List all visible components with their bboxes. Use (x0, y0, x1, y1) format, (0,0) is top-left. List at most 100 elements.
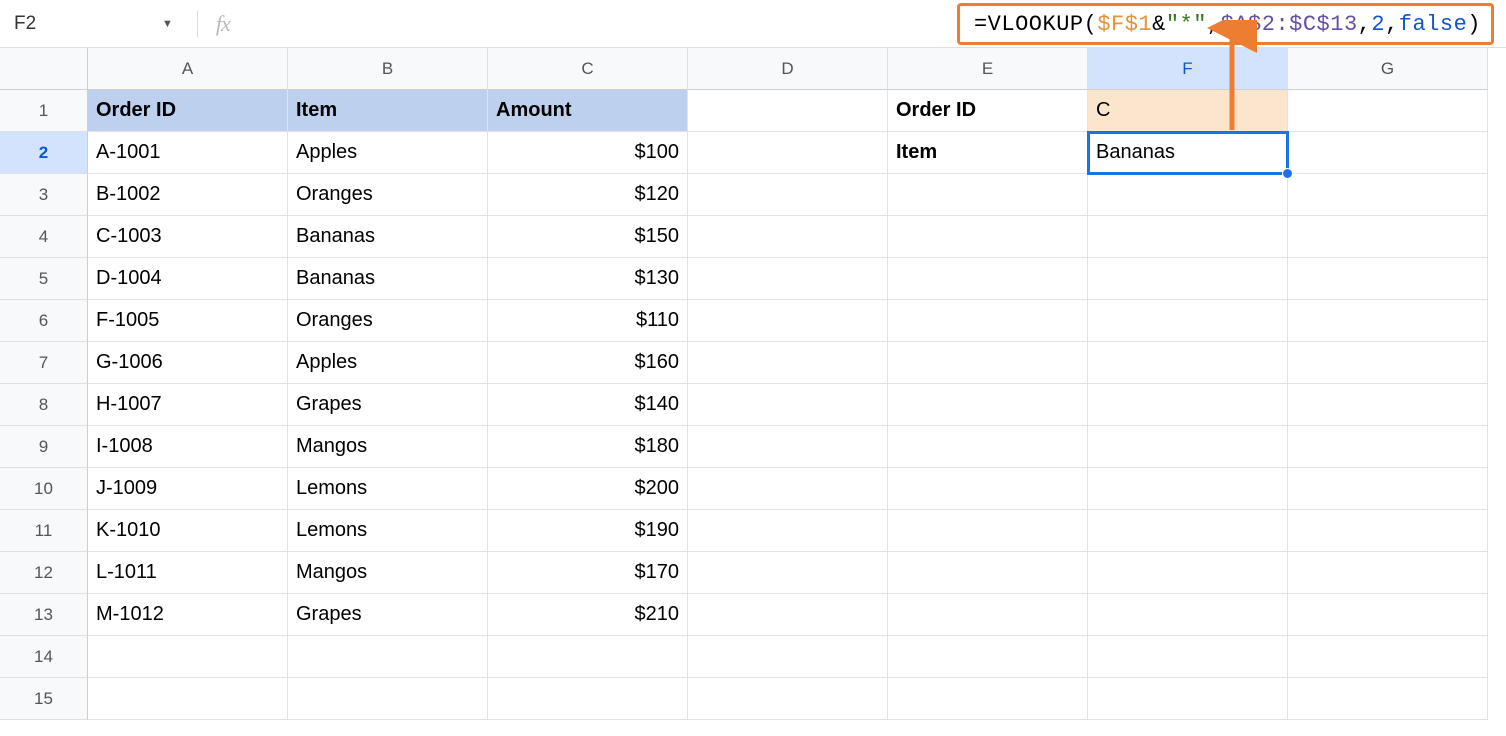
cell[interactable] (1088, 174, 1288, 216)
cell[interactable] (688, 342, 888, 384)
cell[interactable] (888, 678, 1088, 720)
cell[interactable] (688, 426, 888, 468)
cell[interactable] (288, 678, 488, 720)
row-header-13[interactable]: 13 (0, 594, 88, 636)
cell-item[interactable]: Oranges (288, 300, 488, 342)
row-header-15[interactable]: 15 (0, 678, 88, 720)
cell-order-id[interactable]: C-1003 (88, 216, 288, 258)
cell[interactable] (688, 678, 888, 720)
column-header-E[interactable]: E (888, 48, 1088, 90)
cell[interactable] (288, 636, 488, 678)
cell[interactable] (888, 636, 1088, 678)
cell[interactable] (688, 216, 888, 258)
cell[interactable] (1088, 384, 1288, 426)
name-box-dropdown-icon[interactable]: ▼ (162, 18, 173, 30)
cell[interactable] (888, 510, 1088, 552)
cell[interactable] (688, 174, 888, 216)
column-header-B[interactable]: B (288, 48, 488, 90)
cell-item[interactable]: Apples (288, 132, 488, 174)
cell-item[interactable]: Lemons (288, 510, 488, 552)
row-header-3[interactable]: 3 (0, 174, 88, 216)
cell[interactable] (1088, 636, 1288, 678)
cell-order-id[interactable]: M-1012 (88, 594, 288, 636)
cell[interactable] (1288, 468, 1488, 510)
row-header-11[interactable]: 11 (0, 510, 88, 552)
cell[interactable] (688, 132, 888, 174)
cell-item[interactable]: Bananas (288, 216, 488, 258)
cell[interactable] (688, 510, 888, 552)
cell[interactable] (888, 426, 1088, 468)
cell-item[interactable]: Lemons (288, 468, 488, 510)
row-header-6[interactable]: 6 (0, 300, 88, 342)
cell[interactable] (1288, 594, 1488, 636)
cell-order-id[interactable]: D-1004 (88, 258, 288, 300)
cell-order-id[interactable]: B-1002 (88, 174, 288, 216)
cell[interactable] (688, 468, 888, 510)
cell[interactable] (488, 636, 688, 678)
cell-item[interactable]: Mangos (288, 426, 488, 468)
cell-item[interactable]: Grapes (288, 594, 488, 636)
cell-amount[interactable]: $110 (488, 300, 688, 342)
cell-item[interactable]: Grapes (288, 384, 488, 426)
row-header-12[interactable]: 12 (0, 552, 88, 594)
row-header-1[interactable]: 1 (0, 90, 88, 132)
cell[interactable] (688, 636, 888, 678)
cell-amount[interactable]: $190 (488, 510, 688, 552)
cell[interactable] (688, 594, 888, 636)
row-header-9[interactable]: 9 (0, 426, 88, 468)
cell[interactable] (688, 552, 888, 594)
cell-amount[interactable]: $130 (488, 258, 688, 300)
lookup-label-order-id[interactable]: Order ID (888, 90, 1088, 132)
cell-amount[interactable]: $120 (488, 174, 688, 216)
cell[interactable] (1288, 174, 1488, 216)
cell-amount[interactable]: $200 (488, 468, 688, 510)
cell[interactable] (88, 636, 288, 678)
cell[interactable] (688, 90, 888, 132)
column-header-F[interactable]: F (1088, 48, 1288, 90)
cell-amount[interactable]: $210 (488, 594, 688, 636)
cell-amount[interactable]: $180 (488, 426, 688, 468)
cell[interactable] (1288, 678, 1488, 720)
cell[interactable] (888, 216, 1088, 258)
header-amount[interactable]: Amount (488, 90, 688, 132)
column-header-G[interactable]: G (1288, 48, 1488, 90)
cell[interactable] (888, 384, 1088, 426)
cell-amount[interactable]: $100 (488, 132, 688, 174)
cell[interactable] (488, 678, 688, 720)
cell[interactable] (1088, 426, 1288, 468)
row-header-2[interactable]: 2 (0, 132, 88, 174)
lookup-input-value[interactable]: C (1088, 90, 1288, 132)
lookup-label-item[interactable]: Item (888, 132, 1088, 174)
cell[interactable] (1088, 552, 1288, 594)
cell[interactable] (1288, 90, 1488, 132)
lookup-result-value[interactable]: Bananas (1088, 132, 1288, 174)
column-header-C[interactable]: C (488, 48, 688, 90)
cell[interactable] (888, 342, 1088, 384)
column-header-D[interactable]: D (688, 48, 888, 90)
row-header-14[interactable]: 14 (0, 636, 88, 678)
cell[interactable] (1288, 510, 1488, 552)
cell[interactable] (1088, 342, 1288, 384)
cell-order-id[interactable]: F-1005 (88, 300, 288, 342)
cell[interactable] (888, 552, 1088, 594)
cell[interactable] (1288, 216, 1488, 258)
name-box[interactable]: F2 (10, 13, 150, 35)
cell[interactable] (1288, 132, 1488, 174)
cell-order-id[interactable]: H-1007 (88, 384, 288, 426)
cell-item[interactable]: Apples (288, 342, 488, 384)
cell[interactable] (688, 258, 888, 300)
selection-handle[interactable] (1282, 168, 1293, 179)
cell[interactable] (688, 300, 888, 342)
cell[interactable] (888, 300, 1088, 342)
cell-order-id[interactable]: I-1008 (88, 426, 288, 468)
cell[interactable] (1088, 216, 1288, 258)
cell-order-id[interactable]: L-1011 (88, 552, 288, 594)
cell[interactable] (1088, 300, 1288, 342)
spreadsheet-grid[interactable]: ABCDEFG1Order IDItemAmountOrder IDC2A-10… (0, 48, 1506, 720)
cell[interactable] (1288, 426, 1488, 468)
cell[interactable] (1288, 384, 1488, 426)
cell[interactable] (888, 594, 1088, 636)
cell-order-id[interactable]: A-1001 (88, 132, 288, 174)
cell-amount[interactable]: $150 (488, 216, 688, 258)
cell[interactable] (88, 678, 288, 720)
